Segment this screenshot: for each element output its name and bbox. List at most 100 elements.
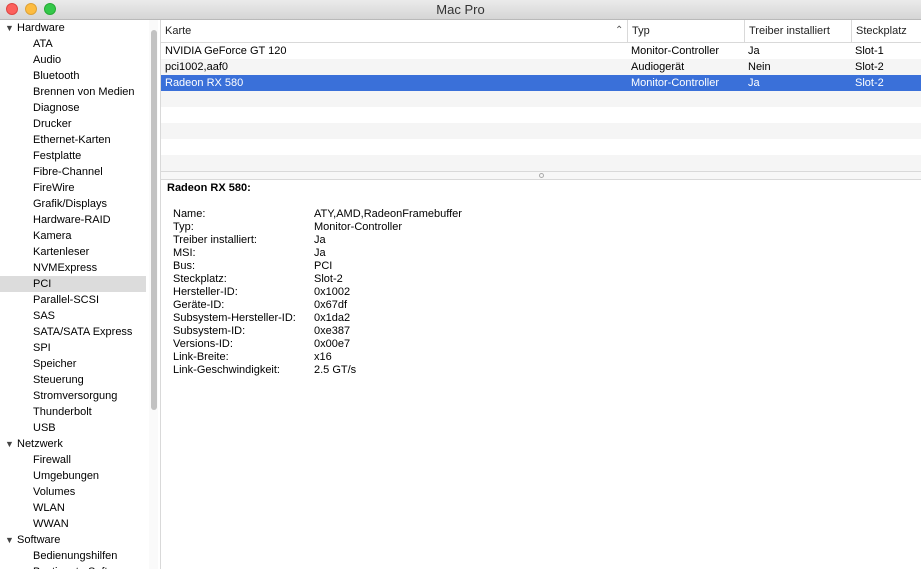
sidebar-item[interactable]: Bluetooth [0,68,146,84]
cell-typ: Audiogerät [631,61,685,73]
sidebar-item[interactable]: Thunderbolt [0,404,146,420]
sidebar-item[interactable]: SAS [0,308,146,324]
sidebar-item-label: Bedienungshilfen [33,550,118,562]
sidebar-item-label: Parallel-SCSI [33,294,100,306]
cell-steckplatz: Slot-2 [855,61,884,73]
sidebar: ▼ Hardware ATA Audio Bluetooth Brennen von Me… [0,20,161,569]
sidebar-item-label: Diagnose [33,102,80,114]
property-key: Subsystem-Hersteller-ID: [173,312,296,324]
empty-row [161,155,921,171]
column-header-treiber[interactable]: Treiber installiert [744,20,851,42]
property-key: Link-Geschwindigkeit: [173,364,280,376]
sidebar-item-label: Audio [33,54,62,66]
cell-treiber: Ja [748,45,760,57]
sidebar-item[interactable]: ATA [0,36,146,52]
title-bar: Mac Pro [0,0,921,20]
sidebar-item[interactable]: Bestimmte Software [0,564,146,569]
property-value: 0x1002 [314,286,351,298]
sidebar-item-label: Grafik/Displays [33,198,107,210]
cell-karte: NVIDIA GeForce GT 120 [165,45,287,57]
sidebar-item[interactable]: Fibre-Channel [0,164,146,180]
sidebar-item[interactable]: Bedienungshilfen [0,548,146,564]
table-row[interactable]: Radeon RX 580 Monitor-Controller Ja Slot-2 [161,75,921,91]
sidebar-item[interactable]: Volumes [0,484,146,500]
property-key: Geräte-ID: [173,299,225,311]
sidebar-item[interactable]: Audio [0,52,146,68]
detail-pane: Radeon RX 580: Name: ATY,AMD,RadeonFrameb… [161,181,921,569]
table-row[interactable]: NVIDIA GeForce GT 120 Monitor-Controller J… [161,43,921,59]
sidebar-item-label: Software [17,534,61,546]
sidebar-item-label: Bluetooth [33,70,80,82]
sidebar-item-label: Kartenleser [33,246,90,258]
property-value: 0xe387 [314,325,351,337]
empty-row [161,107,921,123]
detail-title: Radeon RX 580: [167,182,251,194]
sidebar-item[interactable]: NVMExpress [0,260,146,276]
sidebar-item-label: Hardware-RAID [33,214,111,226]
sidebar-item-label: Stromversorgung [33,390,118,402]
property-key: Link-Breite: [173,351,229,363]
sidebar-item[interactable]: Umgebungen [0,468,146,484]
sidebar-item[interactable]: Speicher [0,356,146,372]
split-divider[interactable] [161,171,921,180]
sidebar-item-label: Kamera [33,230,72,242]
sidebar-item[interactable]: Grafik/Displays [0,196,146,212]
sidebar-item-label: Bestimmte Software [33,564,131,569]
sidebar-item[interactable]: WWAN [0,516,146,532]
sidebar-item[interactable]: Kartenleser [0,244,146,260]
sidebar-item-label: SAS [33,310,56,322]
disclosure-triangle-icon[interactable]: ▼ [5,436,14,452]
sidebar-item[interactable]: Diagnose [0,100,146,116]
sidebar-item[interactable]: SPI [0,340,146,356]
sidebar-item[interactable]: Parallel-SCSI [0,292,146,308]
column-header-typ[interactable]: Typ [627,20,744,42]
cell-treiber: Ja [748,77,760,89]
property-key: Treiber installiert: [173,234,257,246]
sidebar-item[interactable]: Kamera [0,228,146,244]
column-header-steckplatz[interactable]: Steckplatz [851,20,921,42]
sidebar-item[interactable]: Ethernet-Karten [0,132,146,148]
property-value: 0x67df [314,299,348,311]
sidebar-category[interactable]: ▼ Software [0,532,146,548]
property-value: 0x1da2 [314,312,351,324]
sidebar-item-label: SATA/SATA Express [33,326,133,338]
table-row[interactable]: pci1002,aaf0 Audiogerät Nein Slot-2 [161,59,921,75]
sidebar-item[interactable]: Stromversorgung [0,388,146,404]
sidebar-item-label: Thunderbolt [33,406,92,418]
sidebar-item[interactable]: Brennen von Medien [0,84,146,100]
sidebar-item-label: Ethernet-Karten [33,134,111,146]
splitter-handle-icon[interactable] [539,173,544,178]
cell-karte: Radeon RX 580 [165,77,244,89]
sidebar-item[interactable]: Festplatte [0,148,146,164]
column-header-karte[interactable]: Karte [161,20,627,42]
empty-row [161,91,921,107]
device-table: Karte ⌃ Typ Treiber installiert Steckpla… [161,20,921,171]
sidebar-item-label: Firewall [33,454,71,466]
sidebar-item-label: ATA [33,38,53,50]
property-key: Typ: [173,221,194,233]
sidebar-item[interactable]: Hardware-RAID [0,212,146,228]
sidebar-scroll-thumb[interactable] [151,30,157,410]
property-value: Slot-2 [314,273,343,285]
table-header: Karte ⌃ Typ Treiber installiert Steckpla… [161,20,921,43]
disclosure-triangle-icon[interactable]: ▼ [5,20,14,36]
empty-row [161,123,921,139]
sidebar-category[interactable]: ▼ Hardware [0,20,146,36]
sidebar-item[interactable]: Firewall [0,452,146,468]
cell-typ: Monitor-Controller [631,45,720,57]
sidebar-item-label: WWAN [33,518,69,530]
sidebar-item[interactable]: FireWire [0,180,146,196]
sidebar-category[interactable]: ▼ Netzwerk [0,436,146,452]
sort-ascending-icon: ⌃ [615,25,624,36]
disclosure-triangle-icon[interactable]: ▼ [5,532,14,548]
sidebar-item[interactable]: SATA/SATA Express [0,324,146,340]
sidebar-item[interactable]: PCI [0,276,146,292]
sidebar-item-label: Umgebungen [33,470,100,482]
sidebar-item[interactable]: Drucker [0,116,146,132]
property-value: Monitor-Controller [314,221,403,233]
sidebar-item[interactable]: USB [0,420,146,436]
property-value: 2.5 GT/s [314,364,357,376]
sidebar-item-label: Hardware [17,22,65,34]
sidebar-item[interactable]: Steuerung [0,372,146,388]
sidebar-item[interactable]: WLAN [0,500,146,516]
